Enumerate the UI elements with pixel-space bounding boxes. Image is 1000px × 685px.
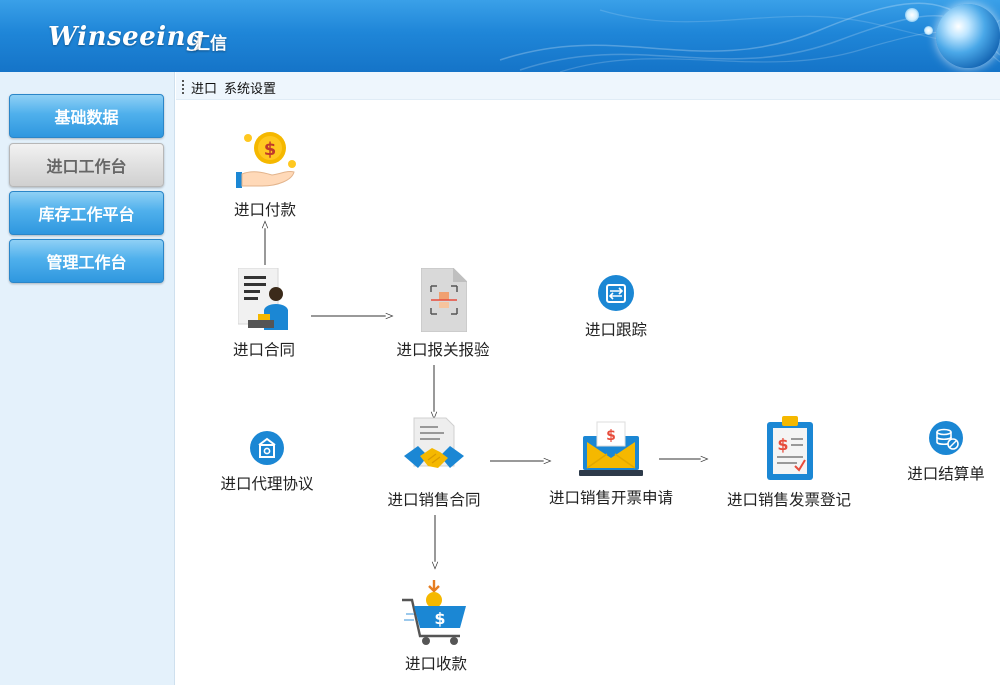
sidebar-item-import-workbench[interactable]: 进口工作台: [9, 143, 164, 187]
workflow-canvas: $ 进口付款 进口合同 进口报关报验 进口跟踪 进口代理协议 进口销售合同 $ …: [176, 100, 1000, 685]
sidebar-item-inventory-platform[interactable]: 库存工作平台: [9, 191, 164, 235]
node-import-receipt[interactable]: $ 进口收款: [394, 580, 478, 676]
payment-hand-coin-icon: $: [236, 132, 296, 188]
node-label: 进口销售开票申请: [548, 489, 673, 507]
invoice-clipboard-icon: $: [767, 416, 813, 480]
node-import-payment[interactable]: $ 进口付款: [226, 126, 304, 220]
globe-icon: [936, 4, 1000, 68]
header-banner: Winseeing 汇信: [0, 0, 1000, 72]
tracking-transfer-icon: [598, 275, 634, 311]
sidebar-item-label: 管理工作台: [46, 253, 127, 272]
sidebar-item-basic-data[interactable]: 基础数据: [9, 94, 164, 138]
sidebar: 基础数据 进口工作台 库存工作平台 管理工作台: [0, 72, 175, 685]
breadcrumb-item-import[interactable]: 进口: [191, 78, 217, 97]
sidebar-item-label: 进口工作台: [46, 157, 127, 176]
customs-scan-document-icon: [421, 268, 467, 332]
node-import-contract[interactable]: 进口合同: [224, 266, 304, 364]
node-import-customs-inspection[interactable]: 进口报关报验: [388, 266, 498, 364]
node-label: 进口收款: [404, 655, 467, 673]
contract-document-icon: [238, 268, 288, 330]
svg-text:$: $: [606, 428, 616, 444]
node-import-sales-invoice-register[interactable]: $ 进口销售发票登记: [718, 416, 860, 512]
node-label: 进口销售发票登记: [726, 491, 851, 509]
node-label: 进口付款: [233, 201, 296, 219]
node-import-settlement[interactable]: 进口结算单: [898, 418, 994, 486]
breadcrumb: 进口 系统设置: [176, 72, 1000, 100]
svg-text:$: $: [777, 435, 788, 454]
sidebar-item-label: 库存工作平台: [38, 205, 135, 224]
sparkle-icon: [905, 8, 919, 22]
svg-text:$: $: [264, 139, 277, 160]
node-import-tracking[interactable]: 进口跟踪: [576, 272, 656, 342]
node-label: 进口合同: [232, 341, 295, 359]
sales-handshake-icon: [404, 417, 464, 468]
sidebar-item-management-workbench[interactable]: 管理工作台: [9, 239, 164, 283]
sparkle-icon: [924, 26, 933, 35]
node-label: 进口代理协议: [220, 475, 314, 493]
svg-text:$: $: [434, 609, 445, 628]
agency-bank-icon: [250, 431, 284, 465]
node-label: 进口结算单: [907, 465, 985, 483]
node-label: 进口跟踪: [584, 321, 647, 339]
brand-logo-cn: 汇信: [193, 34, 227, 54]
node-import-sales-invoice-request[interactable]: $ 进口销售开票申请: [540, 418, 682, 510]
receipt-cart-icon: $: [402, 580, 466, 645]
brand-logo: Winseeing: [48, 22, 205, 52]
sidebar-item-label: 基础数据: [54, 108, 119, 127]
breadcrumb-item-system-settings[interactable]: 系统设置: [224, 78, 276, 97]
node-import-sales-contract[interactable]: 进口销售合同: [376, 416, 492, 512]
node-label: 进口报关报验: [396, 341, 490, 359]
node-import-agency-agreement[interactable]: 进口代理协议: [214, 428, 320, 494]
app-window: Winseeing 汇信 基础数据 进口工作台 库存工作平台 管理工作台 进口 …: [0, 0, 1000, 685]
settlement-coins-icon: [929, 421, 963, 455]
invoice-laptop-envelope-icon: $: [579, 421, 643, 476]
node-label: 进口销售合同: [387, 491, 481, 509]
grip-icon: [182, 80, 184, 94]
